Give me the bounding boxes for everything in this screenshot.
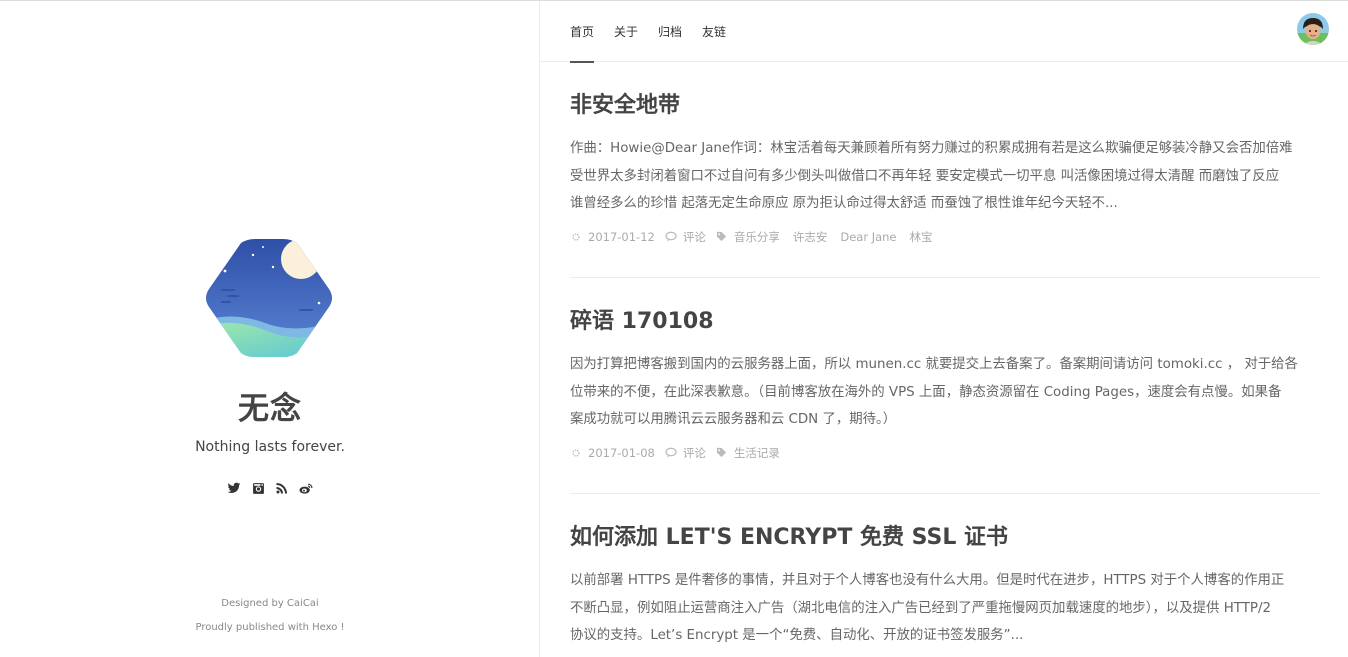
social-links xyxy=(0,481,540,495)
post-card: 碎语 170108 因为打算把博客搬到国内的云服务器上面，所以 munen.cc… xyxy=(570,303,1320,461)
post-card: 如何添加 LET'S ENCRYPT 免费 SSL 证书 以前部署 HTTPS … xyxy=(570,519,1320,650)
post-tag[interactable]: 许志安 xyxy=(793,229,828,245)
post-tag[interactable]: 生活记录 xyxy=(734,445,780,461)
weibo-icon[interactable] xyxy=(299,481,313,495)
top-nav: 首页 关于 归档 友链 xyxy=(540,1,1348,63)
site-logo[interactable] xyxy=(203,239,335,357)
post-title[interactable]: 碎语 170108 xyxy=(570,303,1320,335)
post-divider xyxy=(570,277,1320,278)
post-date: 2017-01-12 xyxy=(588,229,655,244)
nav-archive[interactable]: 归档 xyxy=(658,23,682,40)
published-with: Proudly published with Hexo ! xyxy=(195,622,345,633)
tag-icon xyxy=(716,231,728,243)
rss-icon[interactable] xyxy=(275,481,289,495)
post-divider xyxy=(570,493,1320,494)
nav-links[interactable]: 友链 xyxy=(702,23,726,40)
post-date: 2017-01-08 xyxy=(588,445,655,460)
tag-icon xyxy=(716,447,728,459)
post-tag[interactable]: 音乐分享 xyxy=(734,229,780,245)
nav-about[interactable]: 关于 xyxy=(614,23,638,40)
post-excerpt: 因为打算把博客搬到国内的云服务器上面，所以 munen.cc 就要提交上去备案了… xyxy=(570,357,1298,427)
instagram-icon[interactable] xyxy=(251,481,265,495)
post-excerpt: 作曲：Howie@Dear Jane作词：林宝活着每天兼顾着所有努力赚过的积累成… xyxy=(570,141,1293,211)
post-tag[interactable]: Dear Jane xyxy=(840,230,896,244)
post-title[interactable]: 如何添加 LET'S ENCRYPT 免费 SSL 证书 xyxy=(570,519,1320,551)
twitter-icon[interactable] xyxy=(227,481,241,495)
sun-icon xyxy=(570,231,582,243)
site-subtitle: Nothing lasts forever. xyxy=(195,439,345,455)
post-excerpt: 以前部署 HTTPS 是件奢侈的事情，并且对于个人博客也没有什么大用。但是时代在… xyxy=(570,573,1285,643)
designed-by: Designed by CaiCai xyxy=(221,598,319,609)
user-avatar[interactable] xyxy=(1297,13,1329,45)
sidebar: 无念 Nothing lasts forever. Designed by Ca… xyxy=(0,1,540,657)
nav-home[interactable]: 首页 xyxy=(570,23,595,63)
sun-icon xyxy=(570,447,582,459)
site-title[interactable]: 无念 xyxy=(0,383,540,428)
post-tag[interactable]: 林宝 xyxy=(910,229,933,245)
page: 无念 Nothing lasts forever. Designed by Ca… xyxy=(0,0,1348,657)
post-comments[interactable]: 评论 xyxy=(683,445,706,461)
post-card: 非安全地带 作曲：Howie@Dear Jane作词：林宝活着每天兼顾着所有努力… xyxy=(570,87,1320,245)
post-comments[interactable]: 评论 xyxy=(683,229,706,245)
post-title[interactable]: 非安全地带 xyxy=(570,87,1320,119)
comment-icon xyxy=(665,231,677,243)
post-meta: 2017-01-12 评论 音乐分享 许志安 Dear Jane 林宝 xyxy=(570,229,1320,245)
post-meta: 2017-01-08 评论 生活记录 xyxy=(570,445,1320,461)
comment-icon xyxy=(665,447,677,459)
